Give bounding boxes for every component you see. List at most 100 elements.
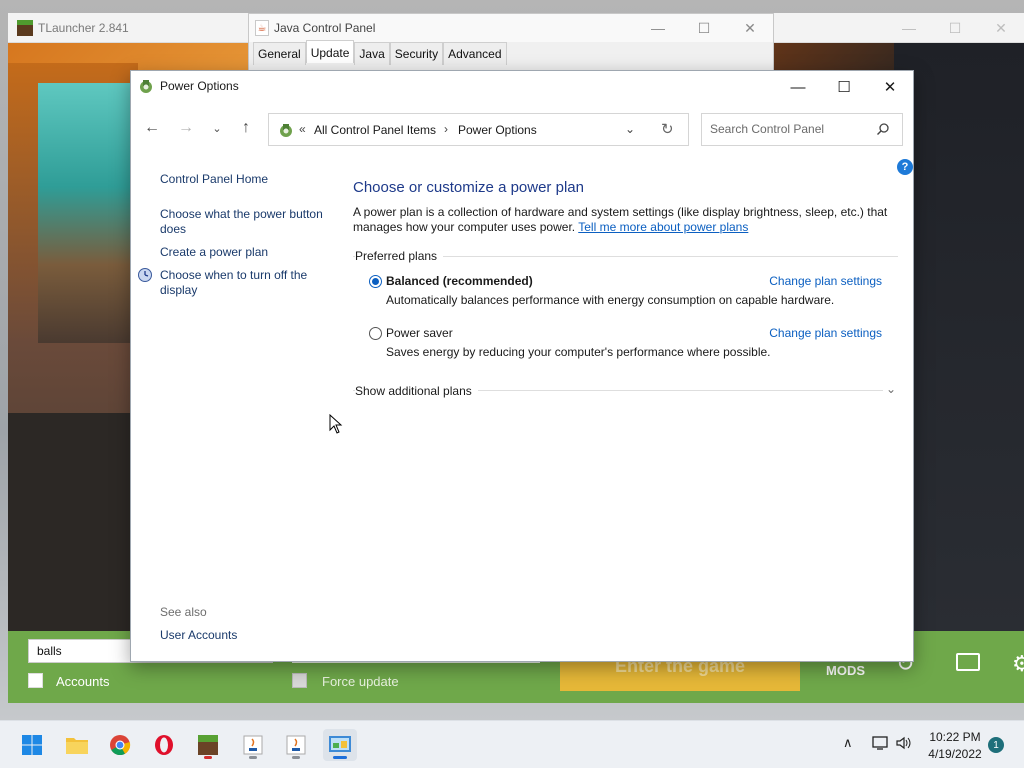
java-close-button[interactable]: ✕ (727, 14, 773, 42)
control-panel-icon (280, 124, 292, 137)
java-title: Java Control Panel (274, 21, 376, 35)
mouse-cursor-icon (329, 414, 343, 434)
breadcrumb-all-control-panel-items[interactable]: All Control Panel Items (314, 123, 436, 137)
chrome-button[interactable] (103, 729, 137, 761)
plan-description: Saves energy by reducing your computer's… (386, 345, 771, 359)
chevron-down-icon[interactable]: ⌄ (886, 382, 896, 396)
file-explorer-icon (66, 738, 88, 754)
forward-arrow-icon[interactable]: → (176, 119, 196, 137)
volume-icon[interactable] (895, 735, 913, 751)
gear-icon[interactable]: ⚙ (1012, 651, 1024, 677)
network-icon[interactable] (871, 735, 889, 751)
start-button[interactable] (15, 729, 49, 761)
power-options-window: Power Options — ☐ ✕ ← → ⌄ ↑ « All Contro… (130, 70, 914, 662)
tlauncher-title: TLauncher 2.841 (38, 21, 129, 35)
breadcrumb-power-options[interactable]: Power Options (458, 123, 537, 137)
accounts-label: Accounts (56, 674, 110, 689)
notification-badge[interactable]: 1 (988, 737, 1004, 753)
java-minimize-button[interactable]: — (635, 14, 681, 42)
mods-button[interactable]: MODS (826, 663, 865, 678)
plan-description: Automatically balances performance with … (386, 293, 835, 307)
clock-date[interactable]: 4/19/2022 (922, 747, 988, 761)
see-also-heading: See also (160, 605, 207, 619)
taskbar: ∧ 10:22 PM 4/19/2022 1 (0, 720, 1024, 768)
tab-security[interactable]: Security (389, 42, 444, 65)
left-pane: Control Panel Home Choose what the power… (131, 157, 336, 657)
running-indicator (204, 756, 212, 759)
tlauncher-maximize-button[interactable]: ☐ (932, 13, 978, 43)
opera-button[interactable] (147, 729, 181, 761)
java-maximize-button[interactable]: ☐ (681, 14, 727, 42)
java-icon (243, 735, 263, 755)
tlauncher-grass-block-icon (17, 20, 33, 36)
control-panel-home-link[interactable]: Control Panel Home (160, 172, 330, 187)
force-update-label: Force update (322, 674, 399, 689)
running-indicator (292, 756, 300, 759)
clock-time[interactable]: 10:22 PM (922, 730, 988, 744)
tab-update[interactable]: Update (305, 40, 355, 63)
tlauncher-taskbar-button[interactable] (191, 729, 225, 761)
display-timer-icon (138, 268, 152, 282)
search-box[interactable] (701, 113, 903, 146)
search-input[interactable] (710, 122, 870, 136)
power-options-titlebar: Power Options — ☐ ✕ (131, 71, 913, 103)
turn-off-display-link[interactable]: Choose when to turn off the display (160, 268, 330, 298)
address-overflow-icon[interactable]: « (299, 122, 306, 136)
opera-icon (155, 735, 173, 755)
recent-locations-chevron-icon[interactable]: ⌄ (207, 122, 227, 135)
tab-java[interactable]: Java (354, 42, 390, 65)
page-title: Choose or customize a power plan (353, 179, 584, 196)
navigation-bar: ← → ⌄ ↑ « All Control Panel Items › Powe… (131, 111, 913, 147)
address-dropdown-chevron-icon[interactable]: ⌄ (625, 122, 635, 136)
java-cup-icon: ☕ (255, 20, 269, 36)
breadcrumb-separator-icon[interactable]: › (444, 122, 448, 136)
preferred-plans-heading: Preferred plans (355, 249, 444, 263)
power-saver-radio[interactable] (369, 327, 382, 340)
power-options-icon (140, 80, 152, 93)
show-hidden-icons-chevron-icon[interactable]: ∧ (843, 735, 853, 751)
java-control-panel-window: ☕ Java Control Panel — ☐ ✕ General Updat… (248, 13, 774, 73)
tlauncher-close-button[interactable]: ✕ (978, 13, 1024, 43)
java-taskbar-button[interactable] (236, 729, 270, 761)
show-additional-plans-toggle[interactable]: Show additional plans (355, 384, 478, 398)
up-arrow-icon[interactable]: ↑ (236, 119, 256, 137)
balanced-radio[interactable] (369, 275, 382, 288)
close-button[interactable]: ✕ (867, 71, 913, 103)
window-title: Power Options (160, 79, 239, 93)
java-tabs: General Update Java Security Advanced (253, 40, 507, 65)
user-accounts-link[interactable]: User Accounts (160, 628, 330, 643)
steve-character-image (38, 83, 138, 343)
create-power-plan-link[interactable]: Create a power plan (160, 245, 330, 260)
tab-advanced[interactable]: Advanced (443, 42, 507, 65)
tlauncher-icon (198, 735, 218, 755)
java-taskbar-button-2[interactable] (279, 729, 313, 761)
change-plan-settings-link[interactable]: Change plan settings (769, 326, 882, 340)
tlauncher-minimize-button[interactable]: — (886, 13, 932, 43)
windows-start-icon (22, 735, 42, 755)
file-explorer-button[interactable] (60, 729, 94, 761)
control-panel-taskbar-button[interactable] (323, 729, 357, 761)
plan-name[interactable]: Power saver (386, 326, 453, 340)
learn-more-link[interactable]: Tell me more about power plans (578, 220, 748, 234)
maximize-button[interactable]: ☐ (821, 71, 867, 103)
address-bar[interactable]: « All Control Panel Items › Power Option… (268, 113, 689, 146)
minimize-button[interactable]: — (775, 71, 821, 103)
chrome-icon (110, 735, 131, 756)
folder-icon[interactable] (956, 653, 980, 671)
change-plan-settings-link[interactable]: Change plan settings (769, 274, 882, 288)
help-icon[interactable]: ? (897, 159, 913, 175)
back-arrow-icon[interactable]: ← (142, 119, 162, 137)
control-panel-icon (329, 736, 351, 752)
tab-general[interactable]: General (253, 42, 306, 65)
plan-name[interactable]: Balanced (recommended) (386, 274, 533, 288)
running-indicator (249, 756, 257, 759)
page-description: A power plan is a collection of hardware… (353, 205, 893, 235)
java-titlebar: ☕ Java Control Panel — ☐ ✕ (249, 14, 773, 42)
refresh-icon[interactable]: ↻ (661, 120, 674, 138)
java-icon-2 (286, 735, 306, 755)
power-button-settings-link[interactable]: Choose what the power button does (160, 207, 330, 237)
force-update-checkbox[interactable] (292, 673, 307, 688)
active-indicator (333, 756, 347, 759)
search-icon[interactable] (876, 122, 890, 136)
accounts-checkbox[interactable] (28, 673, 43, 688)
